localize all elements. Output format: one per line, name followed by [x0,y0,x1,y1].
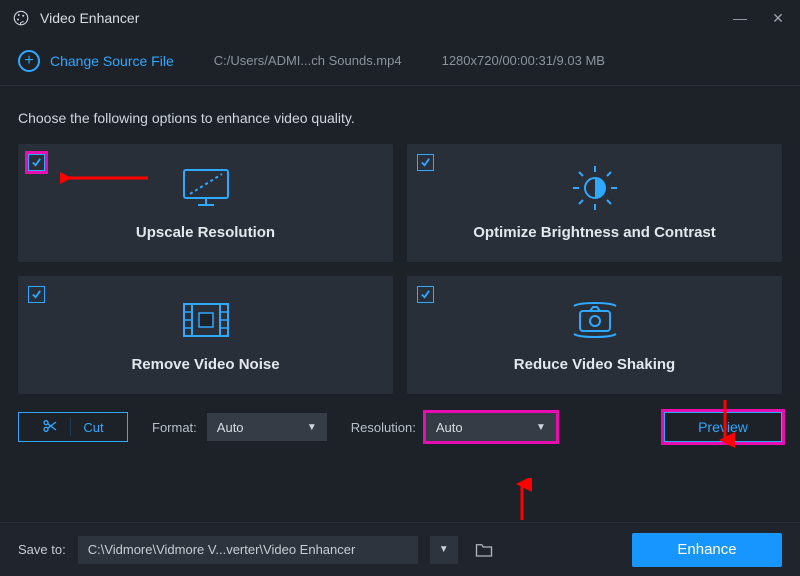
card-upscale-resolution[interactable]: Upscale Resolution [18,144,393,262]
save-path-dropdown[interactable]: ▼ [430,536,458,564]
cut-button[interactable]: Cut [18,412,128,442]
divider [70,418,71,436]
format-select[interactable]: Auto ▼ [207,413,327,441]
resolution-value: Auto [436,420,463,435]
close-button[interactable]: ✕ [768,10,788,27]
monitor-icon [180,166,232,210]
card-label: Upscale Resolution [136,224,275,241]
chevron-down-icon: ▼ [536,422,546,433]
checkbox-brightness[interactable] [417,154,434,171]
change-source-label: Change Source File [50,53,174,69]
format-field: Format: Auto ▼ [152,413,327,441]
open-folder-button[interactable] [470,536,498,564]
card-remove-noise[interactable]: Remove Video Noise [18,276,393,394]
change-source-button[interactable]: + Change Source File [18,50,174,72]
palette-icon [12,9,30,27]
save-path-text: C:\Vidmore\Vidmore V...verter\Video Enha… [88,542,356,557]
card-optimize-brightness[interactable]: Optimize Brightness and Contrast [407,144,782,262]
resolution-field: Resolution: Auto ▼ [351,413,556,441]
resolution-select[interactable]: Auto ▼ [426,413,556,441]
scissors-icon [42,418,58,437]
checkbox-upscale[interactable] [28,154,45,171]
camera-shake-icon [568,298,622,342]
topbar: + Change Source File C:/Users/ADMI...ch … [0,36,800,86]
preview-label: Preview [698,419,748,435]
brightness-icon [571,166,619,210]
source-file-path: C:/Users/ADMI...ch Sounds.mp4 [214,53,402,68]
preview-button[interactable]: Preview [664,412,782,442]
bottom-bar: Save to: C:\Vidmore\Vidmore V...verter\V… [0,522,800,576]
resolution-label: Resolution: [351,420,416,435]
chevron-down-icon: ▼ [307,422,317,433]
enhance-button[interactable]: Enhance [632,533,782,567]
options-grid: Upscale Resolution Optimize Brightness a… [0,144,800,394]
controls-row: Cut Format: Auto ▼ Resolution: Auto ▼ Pr… [0,394,800,442]
checkbox-shaking[interactable] [417,286,434,303]
annotation-arrow-up-resolution [512,478,532,522]
app-title: Video Enhancer [40,10,139,26]
card-label: Reduce Video Shaking [514,356,675,373]
format-label: Format: [152,420,197,435]
format-value: Auto [217,420,244,435]
minimize-button[interactable]: — [730,10,750,27]
plus-circle-icon: + [18,50,40,72]
titlebar: Video Enhancer — ✕ [0,0,800,36]
save-path-display: C:\Vidmore\Vidmore V...verter\Video Enha… [78,536,418,564]
card-reduce-shaking[interactable]: Reduce Video Shaking [407,276,782,394]
instruction-text: Choose the following options to enhance … [0,86,800,144]
film-icon [181,298,231,342]
enhance-label: Enhance [677,541,736,558]
checkbox-noise[interactable] [28,286,45,303]
card-label: Optimize Brightness and Contrast [473,224,716,241]
save-to-label: Save to: [18,542,66,557]
cut-label: Cut [83,420,103,435]
source-file-meta: 1280x720/00:00:31/9.03 MB [442,53,605,68]
card-label: Remove Video Noise [131,356,279,373]
